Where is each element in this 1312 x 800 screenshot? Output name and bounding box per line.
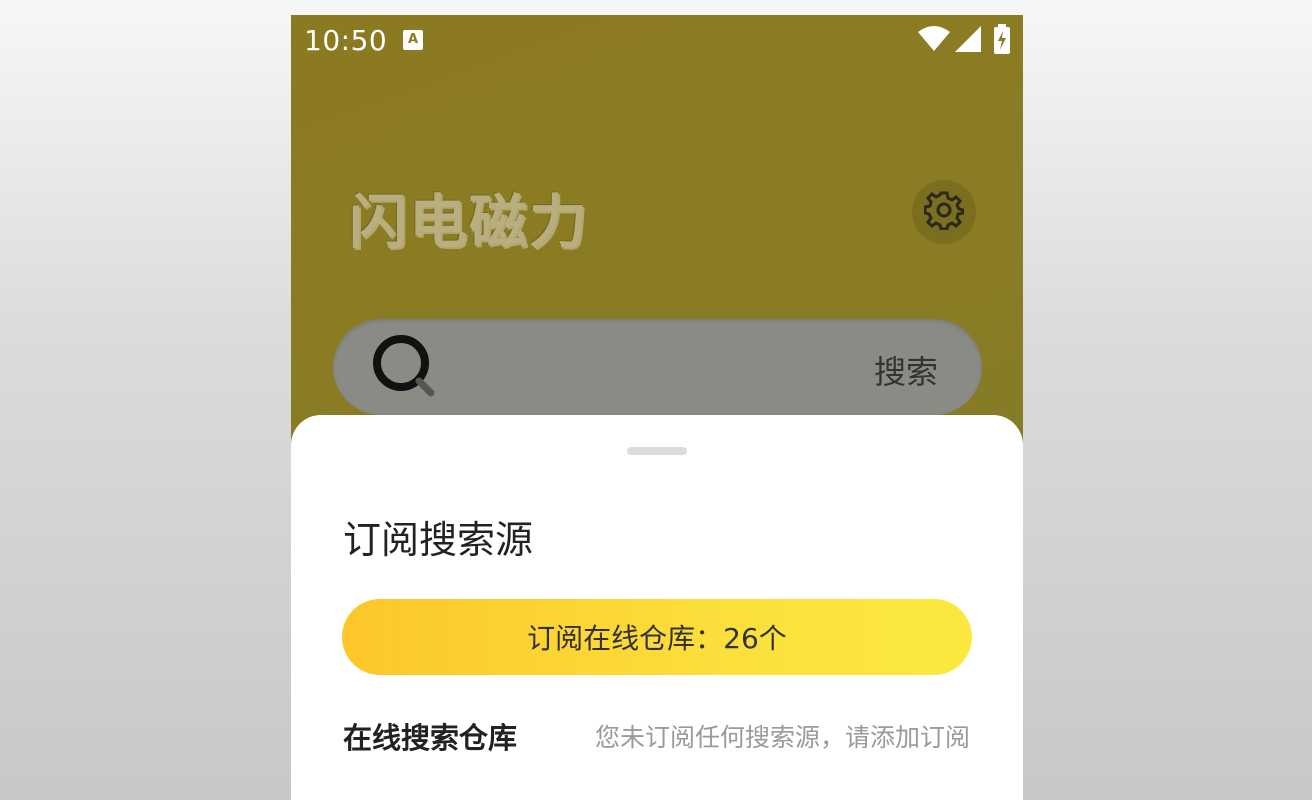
status-bar: 10:50 A	[291, 15, 1023, 67]
battery-charging-icon	[993, 24, 1011, 58]
wifi-icon	[918, 26, 950, 56]
signal-icon	[955, 26, 981, 56]
settings-button[interactable]	[912, 180, 976, 244]
subscription-bottom-sheet: 订阅搜索源 订阅在线仓库：26个 在线搜索仓库 您未订阅任何搜索源，请添加订阅	[291, 415, 1023, 800]
gear-icon	[923, 190, 965, 234]
search-icon	[371, 333, 441, 407]
subscribe-online-repo-button[interactable]: 订阅在线仓库：26个	[342, 599, 972, 675]
app-title: 闪电磁力	[349, 188, 590, 256]
sheet-title: 订阅搜索源	[343, 518, 534, 562]
phone-screen: 10:50 A 闪电磁力 搜索 订阅搜索源 订阅在线仓库：26个 在线搜索仓库 …	[291, 15, 1023, 800]
online-repo-label: 在线搜索仓库	[343, 721, 518, 755]
sheet-drag-handle[interactable]	[627, 447, 687, 455]
online-repo-hint: 您未订阅任何搜索源，请添加订阅	[594, 723, 970, 752]
search-bar[interactable]: 搜索	[333, 319, 982, 415]
notification-icon: A	[403, 30, 423, 50]
search-button[interactable]: 搜索	[874, 347, 938, 393]
status-time: 10:50	[304, 24, 388, 57]
